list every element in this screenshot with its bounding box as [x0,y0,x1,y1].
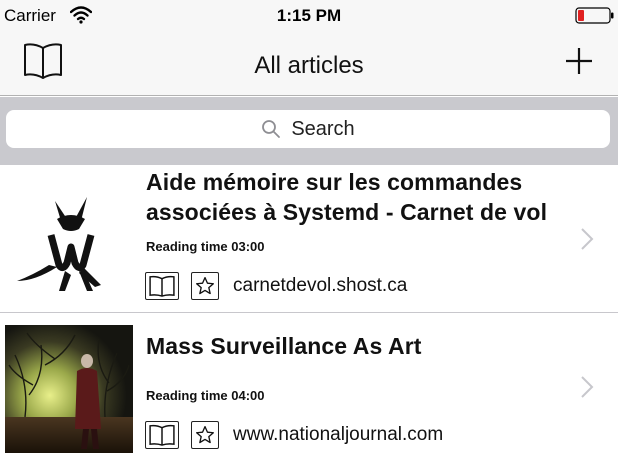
search-bar: Search [0,97,618,165]
star-icon [196,277,214,295]
book-icon [149,424,175,446]
star-icon [196,426,214,444]
forest-portrait-photo [5,325,133,453]
article-list: Aide mémoire sur les commandes associées… [0,165,618,458]
navigation-bar: All articles [0,32,618,96]
wallabag-logo [5,175,133,303]
search-icon [262,120,281,138]
search-placeholder: Search [291,117,355,140]
chevron-right-icon [581,228,594,250]
plus-icon[interactable] [563,45,595,77]
reading-time: Reading time 04:00 [146,388,265,403]
status-bar: Carrier 1:15 PM [0,0,618,32]
article-title: Mass Surveillance As Art [146,333,422,359]
article-actions: www.nationaljournal.com [145,421,443,449]
article-domain: www.nationaljournal.com [233,424,444,445]
battery-icon [575,7,614,24]
article-title: Aide mémoire sur les commandes associées… [146,169,548,225]
read-button[interactable] [145,272,179,300]
article-row[interactable]: Aide mémoire sur les commandes associées… [0,165,618,312]
status-time: 1:15 PM [276,6,342,25]
search-input[interactable]: Search [6,110,610,148]
book-icon [149,275,175,297]
article-actions: carnetdevol.shost.ca [145,272,407,300]
article-domain: carnetdevol.shost.ca [233,275,408,296]
chevron-right-icon [581,376,594,398]
article-row[interactable]: Mass Surveillance As Art Reading time 04… [0,312,618,458]
page-title: All articles [254,52,364,79]
reading-time: Reading time 03:00 [146,239,265,254]
read-button[interactable] [145,421,179,449]
favorite-button[interactable] [191,272,219,300]
favorite-button[interactable] [191,421,219,449]
